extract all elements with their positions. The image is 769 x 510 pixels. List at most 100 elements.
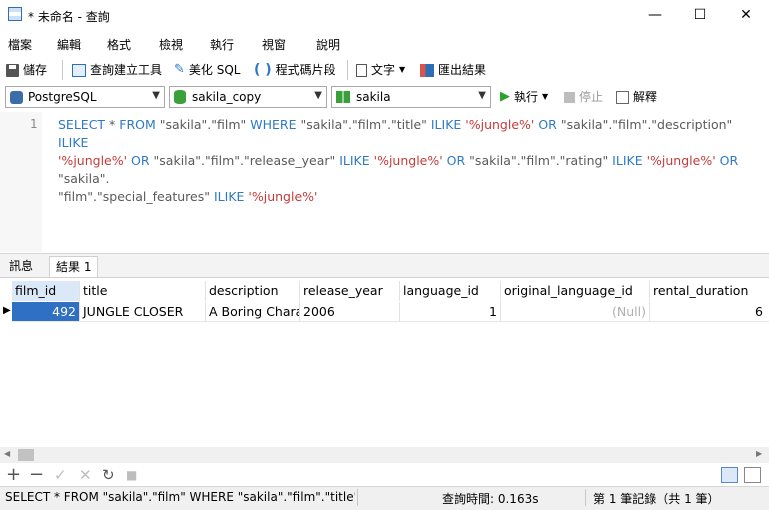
query-window-icon <box>8 7 22 21</box>
export-icon <box>420 63 434 77</box>
database-value: sakila_copy <box>192 90 262 104</box>
menu-window[interactable]: 視窗 <box>262 36 286 53</box>
save-icon <box>6 63 19 77</box>
explain-button[interactable]: 解釋 <box>616 88 657 106</box>
delete-record-icon[interactable]: − <box>29 464 44 485</box>
sql-keyword: WHERE <box>250 117 297 132</box>
chevron-down-icon: ▼ <box>399 65 406 74</box>
sql-keyword: SELECT <box>58 117 106 132</box>
save-label: 儲存 <box>23 63 48 77</box>
sql-keyword: OR <box>538 117 557 132</box>
cell-description[interactable]: A Boring Charac <box>206 302 300 322</box>
menu-bar: 檔案 編輯 格式 檢視 執行 視窗 說明 <box>0 32 769 54</box>
sql-identifier: "sakila"."film"."title" <box>296 117 431 132</box>
save-button[interactable]: 儲存 <box>6 61 47 79</box>
cell-title[interactable]: JUNGLE CLOSER <box>80 302 206 322</box>
text-mode-button[interactable]: 文字 ▼ <box>356 61 405 79</box>
cell-language-id[interactable]: 1 <box>400 302 501 322</box>
column-header-release-year[interactable]: release_year <box>300 281 400 301</box>
chevron-down-icon: ▼ <box>542 92 549 101</box>
stop-loading-icon[interactable]: ■ <box>126 468 137 482</box>
column-header-description[interactable]: description <box>206 281 300 301</box>
column-header-rental-duration[interactable]: rental_duration <box>650 281 769 301</box>
server-value: PostgreSQL <box>28 90 97 104</box>
sql-keyword: OR <box>446 153 466 168</box>
cell-rental-duration[interactable]: 6 <box>650 302 769 322</box>
stop-label: 停止 <box>579 90 604 104</box>
menu-run[interactable]: 執行 <box>210 36 234 53</box>
schema-select[interactable]: sakila ▼ <box>331 86 491 108</box>
apply-changes-icon[interactable]: ✓ <box>54 466 67 484</box>
postgresql-icon <box>10 90 23 104</box>
schema-icon <box>336 91 350 103</box>
text-mode-label: 文字 <box>371 63 396 77</box>
cell-original-language-id[interactable]: (Null) <box>501 302 650 322</box>
form-view-icon[interactable] <box>744 467 761 483</box>
cell-film-id[interactable]: 492 <box>12 302 80 322</box>
add-record-icon[interactable]: + <box>6 464 21 485</box>
export-results-label: 匯出結果 <box>438 63 487 77</box>
run-label: 執行 <box>514 90 539 104</box>
sql-keyword: FROM <box>119 117 156 132</box>
run-button[interactable]: ▶ 執行 ▼ <box>500 88 548 106</box>
query-builder-button[interactable]: 查詢建立工具 <box>72 61 162 79</box>
cell-release-year[interactable]: 2006 <box>300 302 400 322</box>
beautify-label: 美化 SQL <box>188 63 241 77</box>
document-icon <box>356 63 367 77</box>
toolbar-divider <box>347 60 348 80</box>
status-query-time: 查詢時間: 0.163s <box>442 492 539 506</box>
server-select[interactable]: PostgreSQL ▼ <box>5 86 165 108</box>
status-record-count: 第 1 筆記錄（共 1 筆） <box>593 492 720 506</box>
stop-icon <box>564 91 575 103</box>
column-header-title[interactable]: title <box>80 281 206 301</box>
column-header-original-language-id[interactable]: original_language_id <box>501 281 650 301</box>
sql-string-literal: '%jungle%' <box>465 117 535 132</box>
grid-view-icon[interactable] <box>721 467 738 483</box>
maximize-button[interactable]: ☐ <box>677 0 723 30</box>
menu-help[interactable]: 說明 <box>316 36 340 53</box>
query-builder-icon <box>72 63 86 77</box>
parentheses-icon: ( ) <box>254 62 272 78</box>
chevron-down-icon: ▼ <box>478 90 486 101</box>
sql-identifier: "sakila"."film"."description" <box>556 117 737 132</box>
scrollbar-thumb[interactable] <box>18 449 34 461</box>
explain-label: 解釋 <box>633 90 658 104</box>
column-header-language-id[interactable]: language_id <box>400 281 501 301</box>
sql-keyword: OR <box>131 153 150 168</box>
horizontal-scrollbar[interactable] <box>0 447 769 463</box>
scroll-right-icon[interactable]: ▶ <box>756 449 762 458</box>
scroll-left-icon[interactable]: ◀ <box>4 449 10 458</box>
discard-changes-icon[interactable]: ✕ <box>79 466 92 484</box>
export-results-button[interactable]: 匯出結果 <box>420 61 486 79</box>
current-row-marker: ▶ <box>3 305 11 316</box>
sql-keyword: ILIKE <box>430 117 462 132</box>
menu-file[interactable]: 檔案 <box>8 36 32 53</box>
status-divider <box>585 489 586 506</box>
database-select[interactable]: sakila_copy ▼ <box>169 86 327 108</box>
menu-view[interactable]: 檢視 <box>159 36 183 53</box>
title-bar: * 未命名 - 查詢 — ☐ ✕ <box>0 0 769 30</box>
menu-edit[interactable]: 編輯 <box>57 36 81 53</box>
beautify-sql-button[interactable]: ✎ 美化 SQL <box>174 61 240 79</box>
toolbar-divider <box>62 60 63 80</box>
grid-action-bar <box>0 464 769 486</box>
sql-string-literal: '%jungle%' <box>646 153 716 168</box>
tab-result-1[interactable]: 結果 1 <box>49 256 99 278</box>
sql-query-text[interactable]: SELECT * FROM "sakila"."film" WHERE "sak… <box>58 116 758 206</box>
code-snippet-label: 程式碼片段 <box>275 63 336 77</box>
column-header-film-id[interactable]: film_id <box>12 281 80 301</box>
sql-string-literal: '%jungle%' <box>58 153 128 168</box>
menu-format[interactable]: 格式 <box>107 36 131 53</box>
sql-keyword: ILIKE <box>58 135 89 150</box>
close-button[interactable]: ✕ <box>723 0 769 30</box>
sql-identifier: "sakila"."film" <box>155 117 251 132</box>
minimize-button[interactable]: — <box>632 0 678 30</box>
sql-string-literal: '%jungle%' <box>373 153 443 168</box>
window-title: * 未命名 - 查詢 <box>28 10 110 24</box>
tab-messages[interactable]: 訊息 <box>3 256 39 277</box>
code-snippet-button[interactable]: ( ) 程式碼片段 <box>254 61 336 79</box>
refresh-icon[interactable]: ↻ <box>102 466 115 484</box>
stop-button[interactable]: 停止 <box>564 88 603 106</box>
query-builder-label: 查詢建立工具 <box>90 63 163 77</box>
result-tab-strip <box>0 253 769 278</box>
